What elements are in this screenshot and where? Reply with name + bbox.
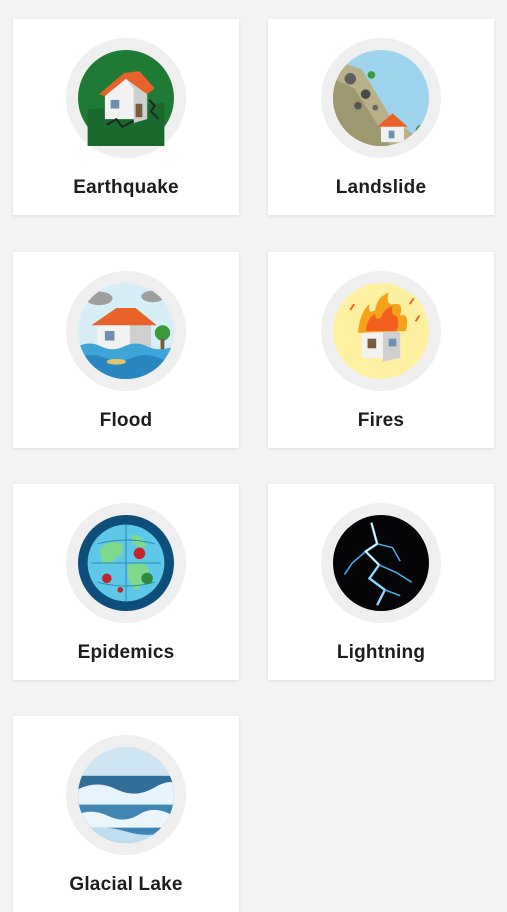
card-label: Glacial Lake — [69, 874, 183, 895]
card-label: Flood — [99, 410, 153, 431]
card-label: Epidemics — [77, 642, 175, 663]
card-fires[interactable]: Fires — [268, 252, 494, 448]
lightning-icon-frame — [321, 503, 441, 623]
earthquake-icon-frame — [66, 38, 186, 158]
card-flood[interactable]: Flood — [13, 252, 239, 448]
epidemics-icon-frame — [66, 503, 186, 623]
card-lightning[interactable]: Lightning — [268, 484, 494, 680]
card-landslide[interactable]: Landslide — [268, 19, 494, 215]
earthquake-icon — [78, 50, 174, 146]
landslide-icon — [333, 50, 429, 146]
glacial-lake-icon-frame — [66, 735, 186, 855]
card-label: Fires — [357, 410, 405, 431]
epidemics-icon — [78, 515, 174, 611]
card-label: Earthquake — [73, 177, 179, 198]
flood-icon — [78, 283, 174, 379]
card-label: Lightning — [336, 642, 426, 663]
glacial-lake-icon — [78, 747, 174, 843]
card-glacial-lake[interactable]: Glacial Lake — [13, 716, 239, 912]
fire-icon-frame — [321, 271, 441, 391]
landslide-icon-frame — [321, 38, 441, 158]
card-label: Landslide — [335, 177, 427, 198]
lightning-icon — [333, 515, 429, 611]
fire-icon — [333, 283, 429, 379]
card-epidemics[interactable]: Epidemics — [13, 484, 239, 680]
card-earthquake[interactable]: Earthquake — [13, 19, 239, 215]
flood-icon-frame — [66, 271, 186, 391]
